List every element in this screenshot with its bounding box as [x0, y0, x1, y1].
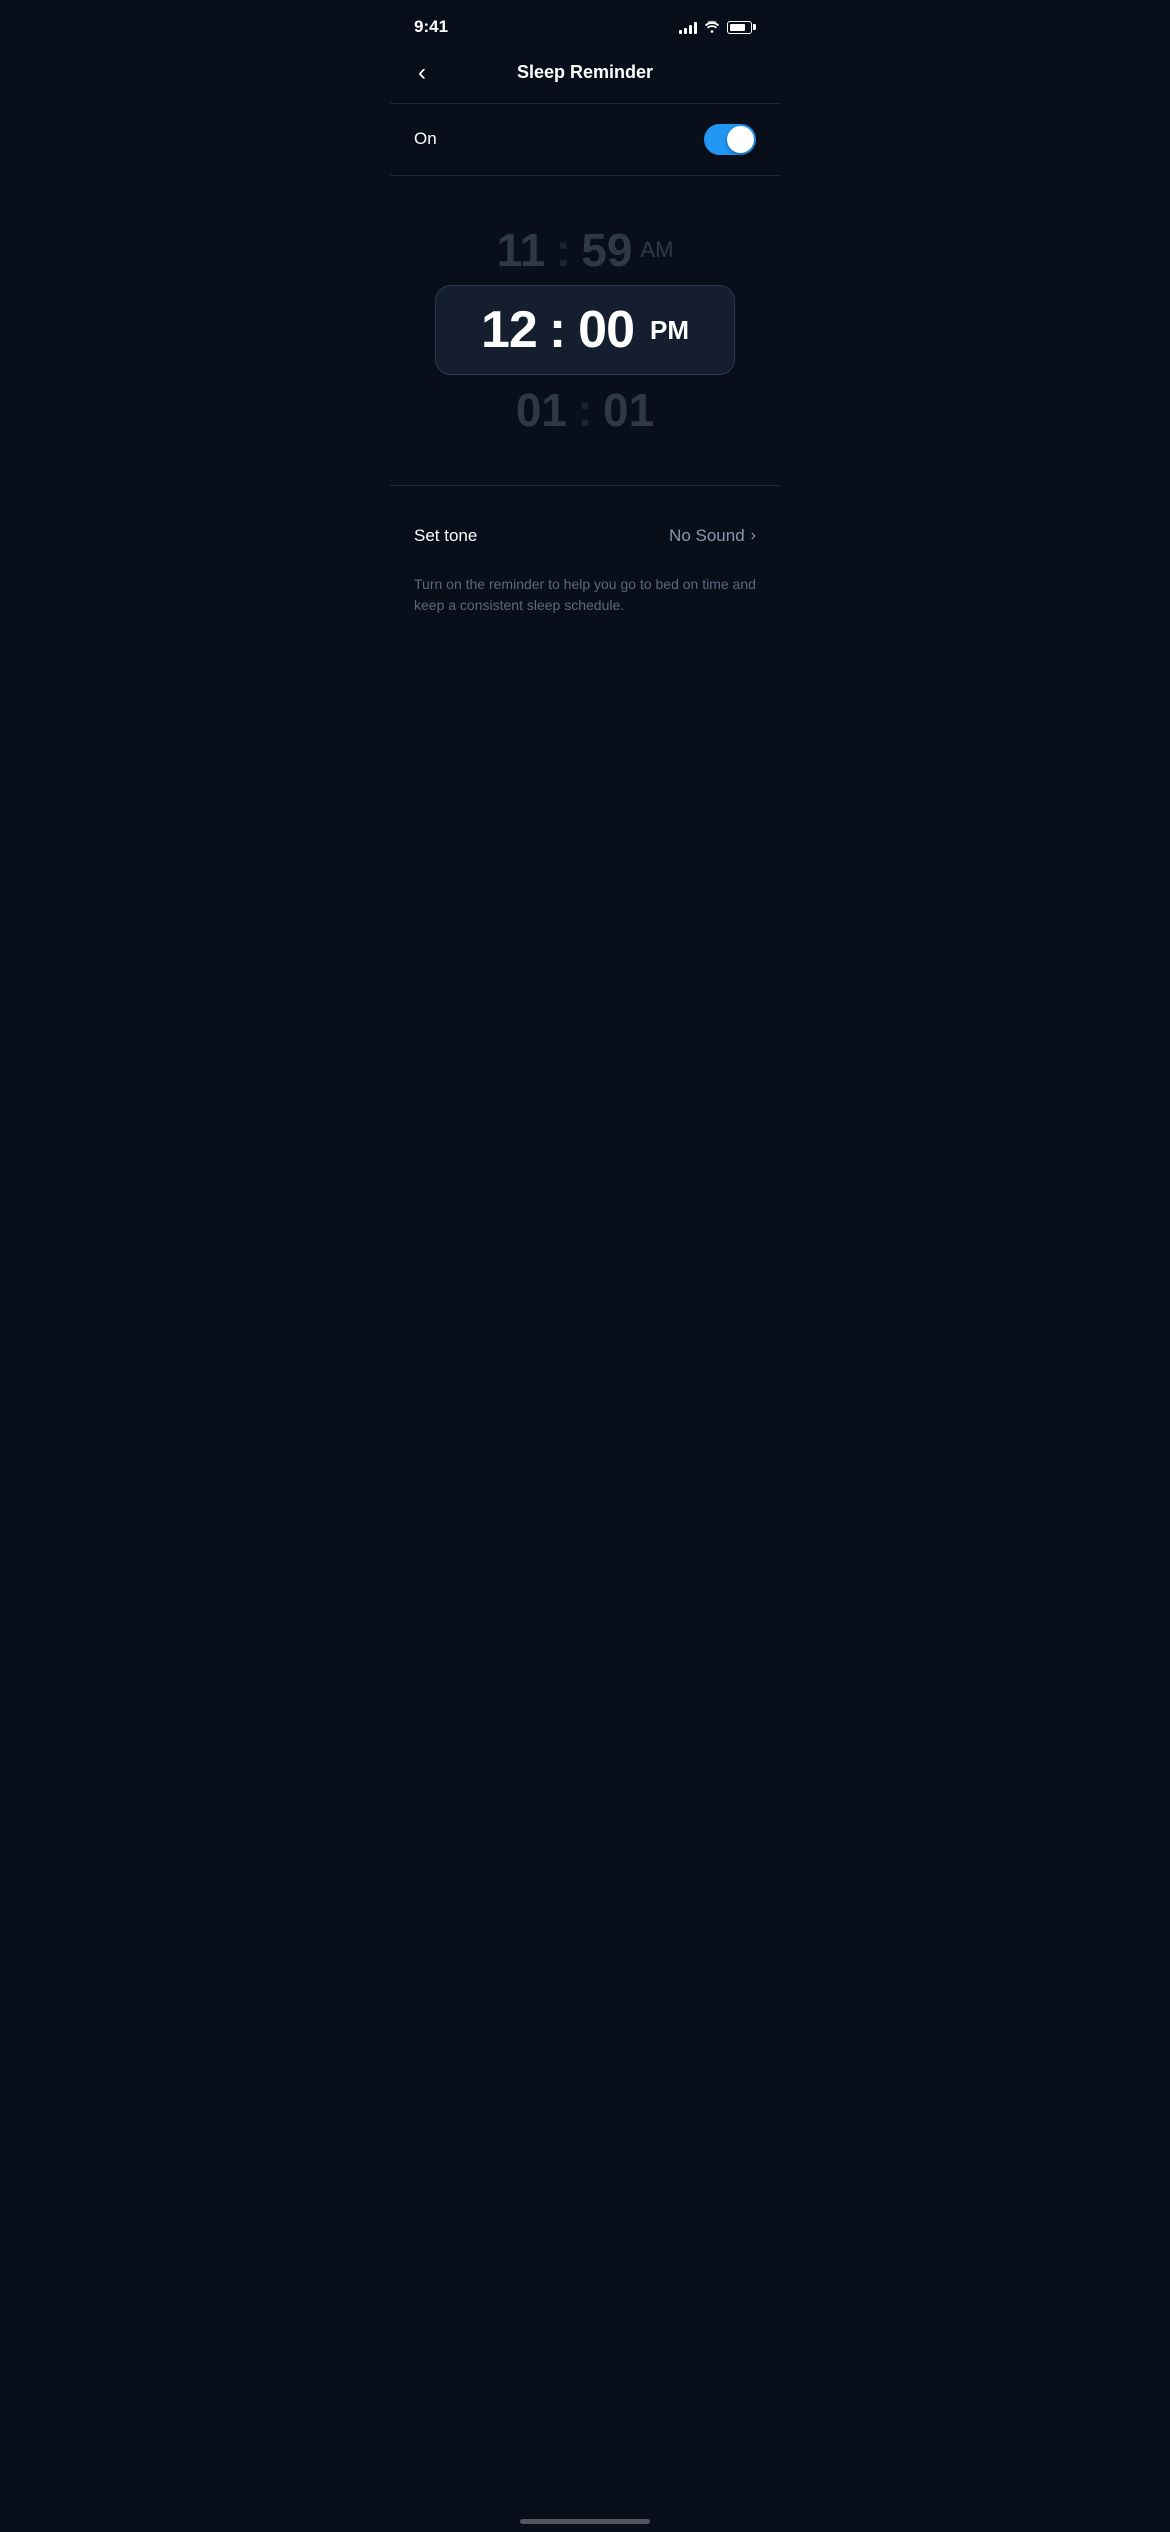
time-picker: 11 : 59 AM 12 : 00 PM 01 : 01	[414, 215, 756, 445]
time-row-below[interactable]: 01 : 01	[516, 375, 654, 445]
signal-icon	[679, 20, 697, 34]
active-minute: 00	[578, 300, 634, 360]
active-period: PM	[650, 315, 689, 346]
ghost-period-above: AM	[640, 237, 673, 263]
set-tone-row[interactable]: Set tone No Sound ›	[390, 506, 780, 566]
ghost-minute-below: 01	[603, 383, 654, 437]
time-picker-container: 11 : 59 AM 12 : 00 PM 01 : 01	[390, 175, 780, 485]
ghost-hour-above: 11	[497, 223, 546, 277]
time-row-above[interactable]: 11 : 59 AM	[497, 215, 674, 285]
status-bar: 9:41	[390, 0, 780, 50]
set-tone-value[interactable]: No Sound ›	[669, 526, 756, 546]
battery-icon	[727, 21, 756, 34]
ghost-colon-below: :	[575, 383, 595, 437]
reminder-toggle[interactable]	[704, 124, 756, 155]
home-indicator	[520, 2519, 650, 2524]
status-icons	[679, 20, 756, 34]
ghost-colon-above: :	[553, 223, 573, 277]
status-time: 9:41	[414, 17, 448, 37]
chevron-right-icon: ›	[751, 527, 756, 545]
picker-divider	[390, 485, 780, 486]
time-row-active[interactable]: 12 : 00 PM	[435, 285, 735, 375]
description-text: Turn on the reminder to help you go to b…	[390, 566, 780, 640]
set-tone-current-value: No Sound	[669, 526, 745, 546]
toggle-knob	[727, 126, 754, 153]
time-colon: :	[549, 300, 566, 360]
toggle-row: On	[390, 104, 780, 175]
ghost-minute-above: 59	[581, 223, 632, 277]
header: ‹ Sleep Reminder	[390, 50, 780, 95]
page-title: Sleep Reminder	[410, 62, 760, 83]
set-tone-label: Set tone	[414, 526, 477, 546]
wifi-icon	[703, 20, 721, 34]
active-hour: 12	[481, 300, 537, 360]
back-button[interactable]: ‹	[410, 55, 434, 91]
ghost-hour-below: 01	[516, 383, 567, 437]
toggle-label: On	[414, 129, 437, 149]
